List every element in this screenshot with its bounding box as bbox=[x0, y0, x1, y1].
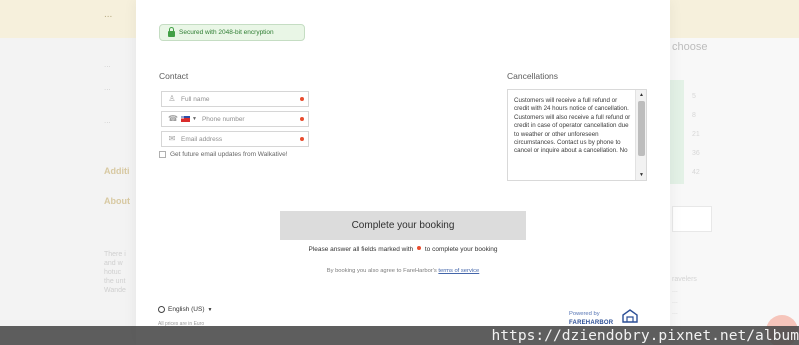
cancellation-policy-box[interactable]: Customers will receive a full refund or … bbox=[507, 89, 647, 181]
phone-icon: ☎ bbox=[168, 114, 178, 123]
country-flag-icon[interactable] bbox=[181, 116, 190, 122]
background-dropdown bbox=[672, 206, 712, 232]
background-paragraph-line: and w bbox=[104, 260, 123, 267]
cancellation-policy-text: Customers will receive a full refund or … bbox=[514, 97, 631, 155]
required-indicator bbox=[300, 97, 304, 101]
fareharbor-logo bbox=[622, 309, 638, 323]
scroll-up-arrow-icon[interactable]: ▲ bbox=[639, 92, 644, 98]
email-updates-option[interactable]: Get future email updates from Walkative! bbox=[159, 151, 288, 158]
background-choose-label: choose bbox=[672, 41, 708, 53]
email-field[interactable]: ✉ Email address bbox=[161, 131, 309, 147]
cancellation-scrollbar[interactable]: ▲ ▼ bbox=[635, 90, 646, 180]
globe-icon bbox=[158, 306, 165, 313]
secure-badge: Secured with 2048-bit encryption bbox=[159, 24, 305, 41]
envelope-icon: ✉ bbox=[168, 134, 176, 143]
cancellations-title: Cancellations bbox=[507, 71, 559, 81]
scroll-thumb[interactable] bbox=[638, 101, 645, 156]
required-note-start: Please answer all fields marked with bbox=[308, 246, 414, 253]
background-paragraph-line: hotuc bbox=[104, 269, 122, 276]
background-left-panel bbox=[0, 38, 136, 345]
background-left-line: ... bbox=[104, 83, 111, 92]
background-right-text: ... bbox=[672, 298, 678, 305]
chevron-down-icon[interactable]: ▼ bbox=[207, 307, 212, 313]
required-note-end: to complete your booking bbox=[424, 246, 498, 253]
background-number: 5 bbox=[692, 93, 696, 100]
booking-modal: Secured with 2048-bit encryption Contact… bbox=[136, 0, 670, 345]
background-paragraph-line: There i bbox=[104, 251, 126, 258]
email-input[interactable]: Email address bbox=[181, 136, 308, 143]
background-paragraph-line: the unt bbox=[104, 278, 126, 285]
required-indicator bbox=[300, 117, 304, 121]
background-left-line: ... bbox=[104, 116, 111, 125]
background-number: 36 bbox=[692, 150, 700, 157]
background-right-panel bbox=[670, 38, 799, 345]
background-left-heading: Additi bbox=[104, 166, 130, 176]
contact-title: Contact bbox=[159, 71, 189, 81]
language-selector[interactable]: English (US) ▼ bbox=[158, 306, 212, 313]
background-top-text: ... bbox=[104, 9, 113, 20]
background-left-heading: About bbox=[104, 196, 130, 206]
scroll-down-arrow-icon[interactable]: ▼ bbox=[639, 172, 644, 178]
background-green-column bbox=[670, 80, 684, 184]
background-right-text: ... bbox=[672, 309, 678, 316]
watermark-url: https://dziendobry.pixnet.net/album bbox=[491, 327, 799, 344]
user-icon: ♙ bbox=[168, 94, 176, 103]
terms-note-text: By booking you also agree to FareHarbor'… bbox=[326, 268, 437, 274]
required-fields-note: Please answer all fields marked with to … bbox=[136, 246, 670, 253]
background-number: 42 bbox=[692, 169, 700, 176]
watermark-bar: https://dziendobry.pixnet.net/album bbox=[0, 326, 799, 345]
background-right-text: ravelers bbox=[672, 276, 697, 283]
full-name-field[interactable]: ♙ Full name bbox=[161, 91, 309, 107]
required-indicator bbox=[300, 137, 304, 141]
background-left-line: ... bbox=[104, 60, 111, 69]
background-number: 8 bbox=[692, 112, 696, 119]
phone-input[interactable]: Phone number bbox=[202, 116, 308, 123]
secure-badge-text: Secured with 2048-bit encryption bbox=[179, 29, 274, 36]
background-paragraph-line: Wande bbox=[104, 287, 126, 294]
phone-field[interactable]: ☎ ▼ Phone number bbox=[161, 111, 309, 127]
terms-of-service-link[interactable]: terms of service bbox=[438, 268, 479, 274]
email-updates-checkbox[interactable] bbox=[159, 151, 166, 158]
powered-by-label: Powered by bbox=[569, 311, 600, 317]
email-updates-label[interactable]: Get future email updates from Walkative! bbox=[170, 151, 288, 158]
terms-note: By booking you also agree to FareHarbor'… bbox=[136, 268, 670, 274]
lock-icon bbox=[168, 26, 175, 37]
chevron-down-icon[interactable]: ▼ bbox=[192, 116, 197, 122]
complete-booking-button[interactable]: Complete your booking bbox=[280, 211, 526, 240]
full-name-input[interactable]: Full name bbox=[181, 96, 308, 103]
background-right-text: ... bbox=[672, 287, 678, 294]
required-indicator bbox=[417, 246, 422, 250]
background-number: 21 bbox=[692, 131, 700, 138]
language-label[interactable]: English (US) bbox=[168, 306, 204, 313]
